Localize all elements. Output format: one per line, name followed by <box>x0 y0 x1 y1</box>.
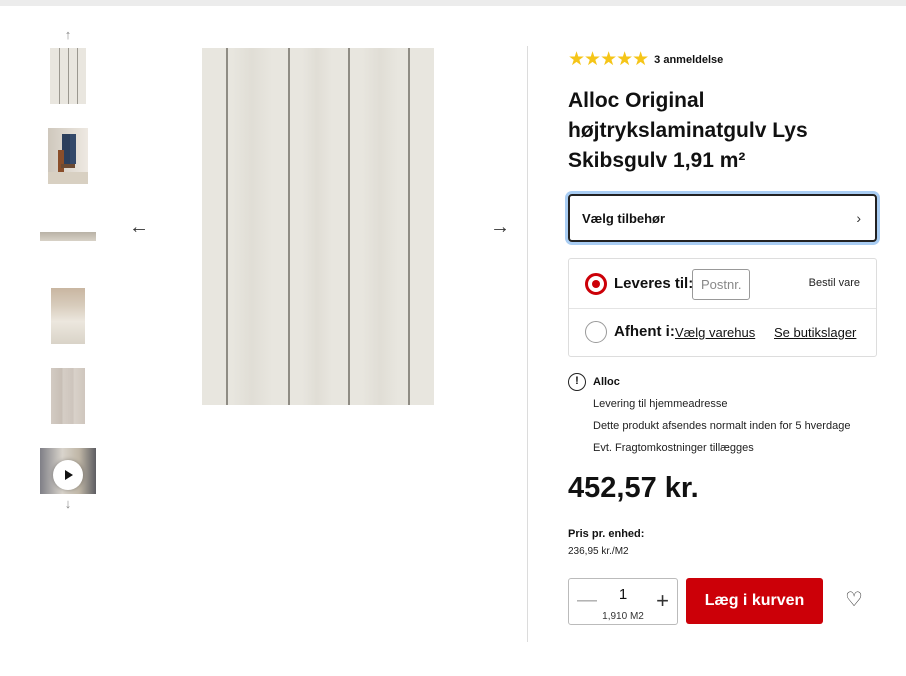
delivery-info-line: Dette produkt afsendes normalt inden for… <box>593 420 851 432</box>
next-image-arrow-icon[interactable]: → <box>489 216 511 238</box>
supplier-name: Alloc <box>593 376 620 388</box>
main-product-image <box>202 48 434 405</box>
delivery-separator <box>569 308 876 309</box>
thumbnail-person-on-floor[interactable] <box>48 128 88 184</box>
plank-line <box>59 48 60 104</box>
star-rating-icon: ★★★★★ <box>568 49 649 70</box>
top-bar <box>0 0 906 6</box>
delivery-label: Leveres til: <box>614 275 694 292</box>
delivery-radio[interactable] <box>585 273 607 295</box>
choose-accessory-label: Vælg tilbehør <box>582 210 666 226</box>
product-title: Alloc Original højtrykslaminatgulv Lys S… <box>568 89 808 172</box>
pickup-label: Afhent i: <box>614 323 675 340</box>
plank-seam <box>288 48 290 405</box>
wood-grain <box>362 48 398 405</box>
add-to-cart-button[interactable]: Læg i kurven <box>686 578 823 624</box>
thumbnail-room-floor[interactable] <box>51 288 85 344</box>
column-divider <box>527 46 528 642</box>
pickup-radio[interactable] <box>585 321 607 343</box>
heart-icon[interactable]: ♡ <box>843 589 865 611</box>
unit-price-value: 236,95 kr./M2 <box>568 546 629 557</box>
choose-accessory-button[interactable]: Vælg tilbehør › <box>568 194 877 242</box>
thumbnail-flooring-top-view[interactable] <box>50 48 86 104</box>
plank-seam <box>348 48 350 405</box>
quantity-stepper: — 1 1,910 M2 + <box>568 578 678 625</box>
product-rating[interactable]: ★★★★★ 3 anmeldelse <box>568 50 723 70</box>
order-item-label: Bestil vare <box>808 277 860 289</box>
plank-line <box>77 48 78 104</box>
postal-code-input[interactable] <box>692 269 750 300</box>
play-icon[interactable] <box>53 460 83 490</box>
delivery-info-line: Evt. Fragtomkostninger tillægges <box>593 442 754 454</box>
plank-line <box>68 48 69 104</box>
unit-price-title: Pris pr. enhed: <box>568 528 645 540</box>
choose-store-link[interactable]: Vælg varehus <box>675 325 755 340</box>
product-price: 452,57 kr. <box>568 472 699 504</box>
delivery-options: Leveres til: Bestil vare Afhent i: Vælg … <box>568 258 877 357</box>
plank-seam <box>226 48 228 405</box>
thumbnail-plank-profile[interactable] <box>40 232 96 241</box>
plank-seam <box>408 48 410 405</box>
thumbnails-down-arrow-icon[interactable]: ↓ <box>60 497 76 511</box>
delivery-info-line: Levering til hjemmeadresse <box>593 398 728 410</box>
wood-grain <box>232 48 272 405</box>
previous-image-arrow-icon[interactable]: ← <box>128 216 150 238</box>
thumbnail-plank-closeup[interactable] <box>51 368 85 424</box>
plus-icon[interactable]: + <box>656 589 669 613</box>
thumbnail-video[interactable] <box>40 448 96 494</box>
wood-grain <box>302 48 332 405</box>
chevron-right-icon: › <box>856 210 861 226</box>
person-illustration <box>48 134 88 184</box>
thumbnails-up-arrow-icon[interactable]: ↑ <box>60 28 76 42</box>
review-count-link[interactable]: 3 anmeldelse <box>654 54 723 66</box>
exclamation-circle-icon: ! <box>568 373 586 391</box>
store-stock-link[interactable]: Se butikslager <box>774 325 856 340</box>
